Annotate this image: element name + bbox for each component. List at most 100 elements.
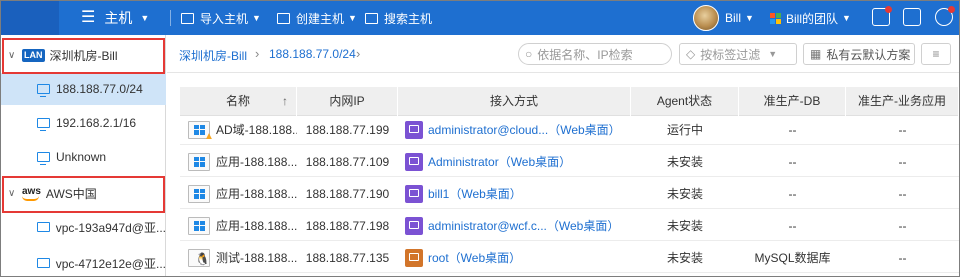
table-row[interactable]: 应用-188.188... 188.188.77.190 bill1（Web桌面） 未… xyxy=(180,180,959,209)
hamburger-icon: ☰ xyxy=(81,9,96,26)
app-cell: -- xyxy=(898,155,907,169)
sidebar-item-label: 192.168.2.1/16 xyxy=(56,116,137,130)
agent-status-cell: 未安装 xyxy=(666,155,703,169)
os-icon xyxy=(188,152,210,171)
sidebar-item-subnet[interactable]: 188.188.77.0/24 xyxy=(1,73,166,105)
host-name-cell[interactable]: 应用-188.188... xyxy=(188,212,297,241)
web-desktop-icon xyxy=(405,216,423,235)
sidebar-item-vpc[interactable]: vpc-193a947d@亚... xyxy=(1,211,166,243)
search-host-button[interactable]: 搜索主机 xyxy=(365,1,432,35)
table-row[interactable]: ▲ AD域-188.188... 188.188.77.199 administrat… xyxy=(180,116,959,145)
host-name-cell[interactable]: 🐧 测试-188.188... xyxy=(188,244,297,273)
host-name-cell[interactable]: ▲ AD域-188.188... xyxy=(188,116,297,145)
notification-dot xyxy=(885,6,892,13)
team-menu[interactable]: Bill的团队 ▼ xyxy=(770,1,851,35)
access-link[interactable]: root（Web桌面） xyxy=(428,251,521,265)
column-header-label: 名称 xyxy=(225,94,250,108)
column-header-ip: 内网IP xyxy=(297,87,398,116)
import-host-label: 导入主机 xyxy=(200,11,249,26)
column-header-name[interactable]: 名称 ↑ xyxy=(180,87,297,116)
host-name[interactable]: 应用-188.188... xyxy=(216,155,297,169)
access-cell[interactable]: root（Web桌面） xyxy=(405,244,631,273)
access-link[interactable]: administrator@cloud...（Web桌面） xyxy=(428,123,621,137)
chevron-right-icon: › xyxy=(255,46,260,61)
os-icon xyxy=(188,184,210,203)
highlight-box xyxy=(2,176,165,213)
db-cell: MySQL数据库 xyxy=(754,251,831,265)
host-name[interactable]: AD域-188.188... xyxy=(216,123,297,137)
sidebar-item-unknown[interactable]: Unknown xyxy=(1,141,166,173)
cloud-plan-select[interactable]: ▦ 私有云默认方案 xyxy=(803,43,915,65)
column-header-agent: Agent状态 xyxy=(631,87,739,116)
table-icon: ▦ xyxy=(810,47,822,61)
access-link[interactable]: Administrator（Web桌面） xyxy=(428,155,571,169)
sidebar-item-vpc[interactable]: vpc-4712e12e@亚... xyxy=(1,247,166,276)
sidebar-item-label: Unknown xyxy=(56,150,107,164)
host-name[interactable]: 测试-188.188... xyxy=(216,251,297,265)
access-link[interactable]: bill1（Web桌面） xyxy=(428,187,522,201)
network-icon xyxy=(37,118,50,131)
app-cell: -- xyxy=(898,219,907,233)
host-name[interactable]: 应用-188.188... xyxy=(216,187,297,201)
column-header-app: 准生产-业务应用 xyxy=(846,87,959,116)
network-icon xyxy=(37,84,50,97)
db-cell: -- xyxy=(788,123,797,137)
windows-icon xyxy=(194,188,205,199)
web-desktop-icon xyxy=(405,120,423,139)
import-host-button[interactable]: 导入主机 ▼ xyxy=(181,1,261,35)
web-desktop-icon xyxy=(405,184,423,203)
avatar[interactable] xyxy=(693,5,719,31)
db-cell: -- xyxy=(788,187,797,201)
vpc-icon xyxy=(37,222,50,232)
access-cell[interactable]: Administrator（Web桌面） xyxy=(405,148,631,177)
host-name[interactable]: 应用-188.188... xyxy=(216,219,297,233)
brand-logo-area xyxy=(1,1,59,35)
breadcrumb-current[interactable]: 188.188.77.0/24 xyxy=(269,47,356,61)
db-cell: -- xyxy=(788,219,797,233)
main-panel: 深圳机房-Bill › 188.188.77.0/24 › ○ 依据名称、IP检… xyxy=(167,35,959,276)
create-host-button[interactable]: 创建主机 ▼ xyxy=(277,1,357,35)
search-host-label: 搜索主机 xyxy=(384,11,433,26)
linux-icon: 🐧 xyxy=(195,251,210,266)
agent-status-cell: 未安装 xyxy=(666,187,703,201)
agent-status-cell: 运行中 xyxy=(666,123,703,137)
sort-arrow-icon[interactable]: ↑ xyxy=(282,87,288,116)
chevron-down-icon: ▼ xyxy=(140,13,150,23)
tag-filter-select[interactable]: ◇ 按标签过滤 ▼ xyxy=(679,43,797,65)
access-cell[interactable]: administrator@wcf.c...（Web桌面） xyxy=(405,212,631,241)
task-icon[interactable] xyxy=(903,8,921,26)
search-placeholder: 依据名称、IP检索 xyxy=(537,47,633,62)
table-row[interactable]: 应用-188.188... 188.188.77.109 Administrator… xyxy=(180,148,959,177)
breadcrumb-root[interactable]: 深圳机房-Bill xyxy=(179,47,247,64)
toolbar-divider xyxy=(170,10,171,26)
table-row[interactable]: 应用-188.188... 188.188.77.198 administrator… xyxy=(180,212,959,241)
table-header: 名称 ↑ 内网IP 接入方式 Agent状态 准生产-DB 准生产-业务应用 xyxy=(180,87,959,116)
chevron-down-icon: ▼ xyxy=(348,13,357,23)
team-name: Bill的团队 xyxy=(786,11,839,26)
tag-filter-label: 按标签过滤 xyxy=(700,47,761,62)
notification-dot xyxy=(948,6,955,13)
search-icon: ○ xyxy=(525,47,533,61)
user-menu[interactable]: Bill ▼ xyxy=(725,1,754,35)
search-input[interactable]: ○ 依据名称、IP检索 xyxy=(518,43,672,65)
top-bar: ☰ 主机 ▼ 导入主机 ▼ 创建主机 ▼ 搜索主机 Bill ▼ Bill的团队… xyxy=(1,1,959,35)
windows-icon xyxy=(194,220,205,231)
sort-options-button[interactable]: ≡ xyxy=(921,43,951,65)
access-link[interactable]: administrator@wcf.c...（Web桌面） xyxy=(428,219,619,233)
web-desktop-icon xyxy=(405,152,423,171)
access-cell[interactable]: administrator@cloud...（Web桌面） xyxy=(405,116,631,145)
host-name-cell[interactable]: 应用-188.188... xyxy=(188,148,297,177)
vpc-icon xyxy=(37,258,50,268)
menu-button[interactable]: ☰ 主机 ▼ xyxy=(81,1,149,35)
sidebar-item-subnet[interactable]: 192.168.2.1/16 xyxy=(1,107,166,139)
create-icon xyxy=(277,12,290,24)
content-toolbar: 深圳机房-Bill › 188.188.77.0/24 › ○ 依据名称、IP检… xyxy=(167,35,959,73)
list-sort-icon: ≡ xyxy=(932,47,940,61)
user-name: Bill xyxy=(725,11,742,25)
table-row[interactable]: 🐧 测试-188.188... 188.188.77.135 root（Web桌面） 未… xyxy=(180,244,959,273)
sidebar-item-label: vpc-193a947d@亚... xyxy=(55,220,166,235)
access-cell[interactable]: bill1（Web桌面） xyxy=(405,180,631,209)
sidebar-item-label: 188.188.77.0/24 xyxy=(56,82,143,96)
host-name-cell[interactable]: 应用-188.188... xyxy=(188,180,297,209)
search-icon xyxy=(365,12,378,24)
